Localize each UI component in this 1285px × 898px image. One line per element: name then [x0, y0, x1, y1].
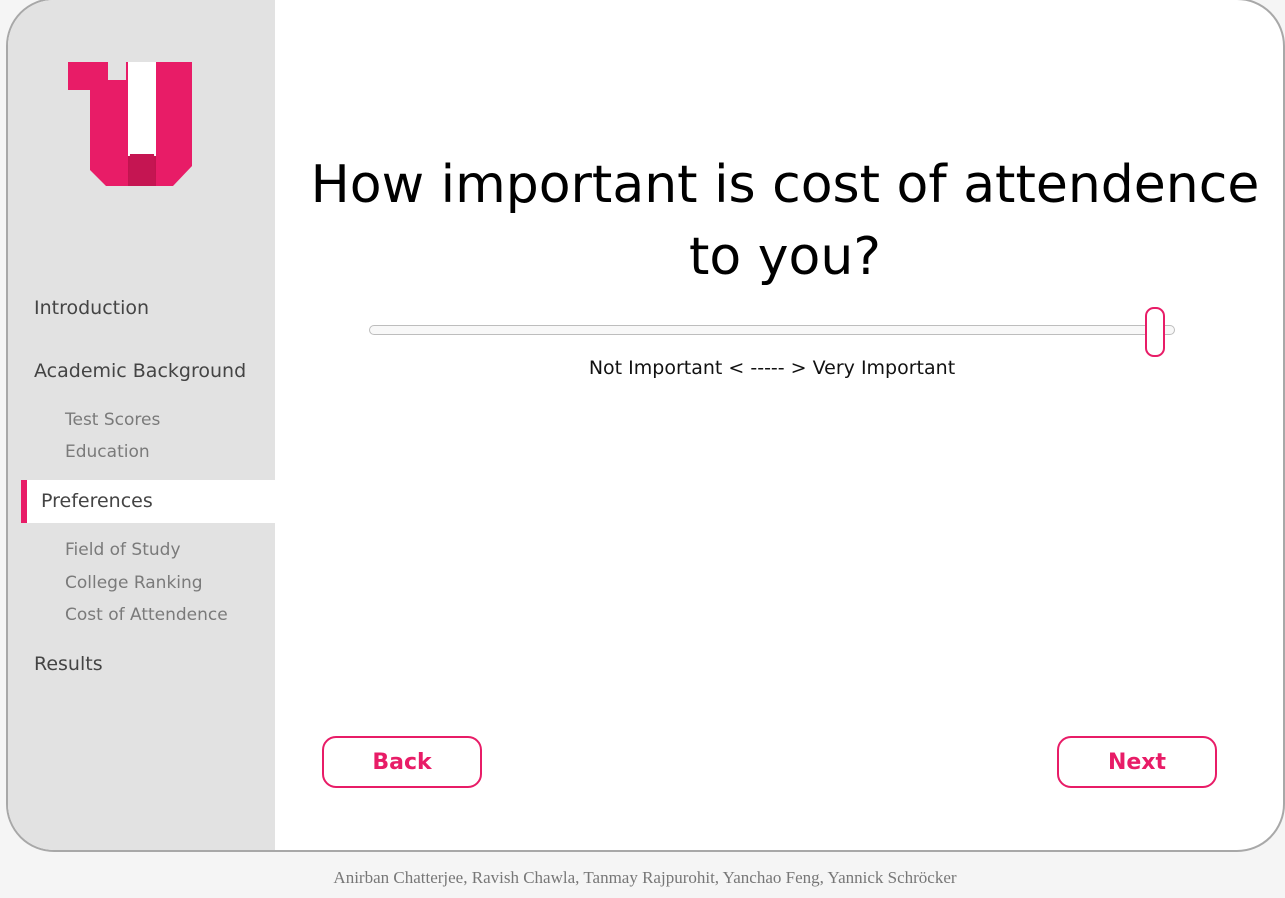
nav-item-results[interactable]: Results	[34, 653, 103, 675]
back-button[interactable]: Back	[322, 736, 482, 788]
nav-subitem-cost-of-attendence[interactable]: Cost of Attendence	[65, 605, 228, 625]
sidebar: Introduction Academic Background Test Sc…	[8, 0, 275, 850]
importance-slider-track[interactable]	[369, 325, 1175, 335]
authors-footer: Anirban Chatterjee, Ravish Chawla, Tanma…	[333, 868, 957, 887]
next-button[interactable]: Next	[1057, 736, 1217, 788]
question-title: How important is cost of attendence to y…	[310, 154, 1260, 287]
app-frame: Introduction Academic Background Test Sc…	[6, 0, 1285, 852]
nav-subitem-education[interactable]: Education	[65, 442, 150, 462]
nav-item-preferences-label: Preferences	[41, 490, 153, 512]
u-logo-icon	[68, 62, 192, 186]
nav-item-introduction[interactable]: Introduction	[34, 297, 149, 319]
nav-item-academic-background[interactable]: Academic Background	[34, 360, 246, 382]
nav-subitem-field-of-study[interactable]: Field of Study	[65, 540, 181, 560]
slider-scale-label: Not Important < ----- > Very Important	[588, 357, 956, 379]
nav-subitem-test-scores[interactable]: Test Scores	[65, 410, 160, 430]
nav-item-preferences[interactable]: Preferences	[21, 480, 275, 523]
nav-subitem-college-ranking[interactable]: College Ranking	[65, 573, 203, 593]
importance-slider-thumb[interactable]	[1144, 307, 1165, 357]
